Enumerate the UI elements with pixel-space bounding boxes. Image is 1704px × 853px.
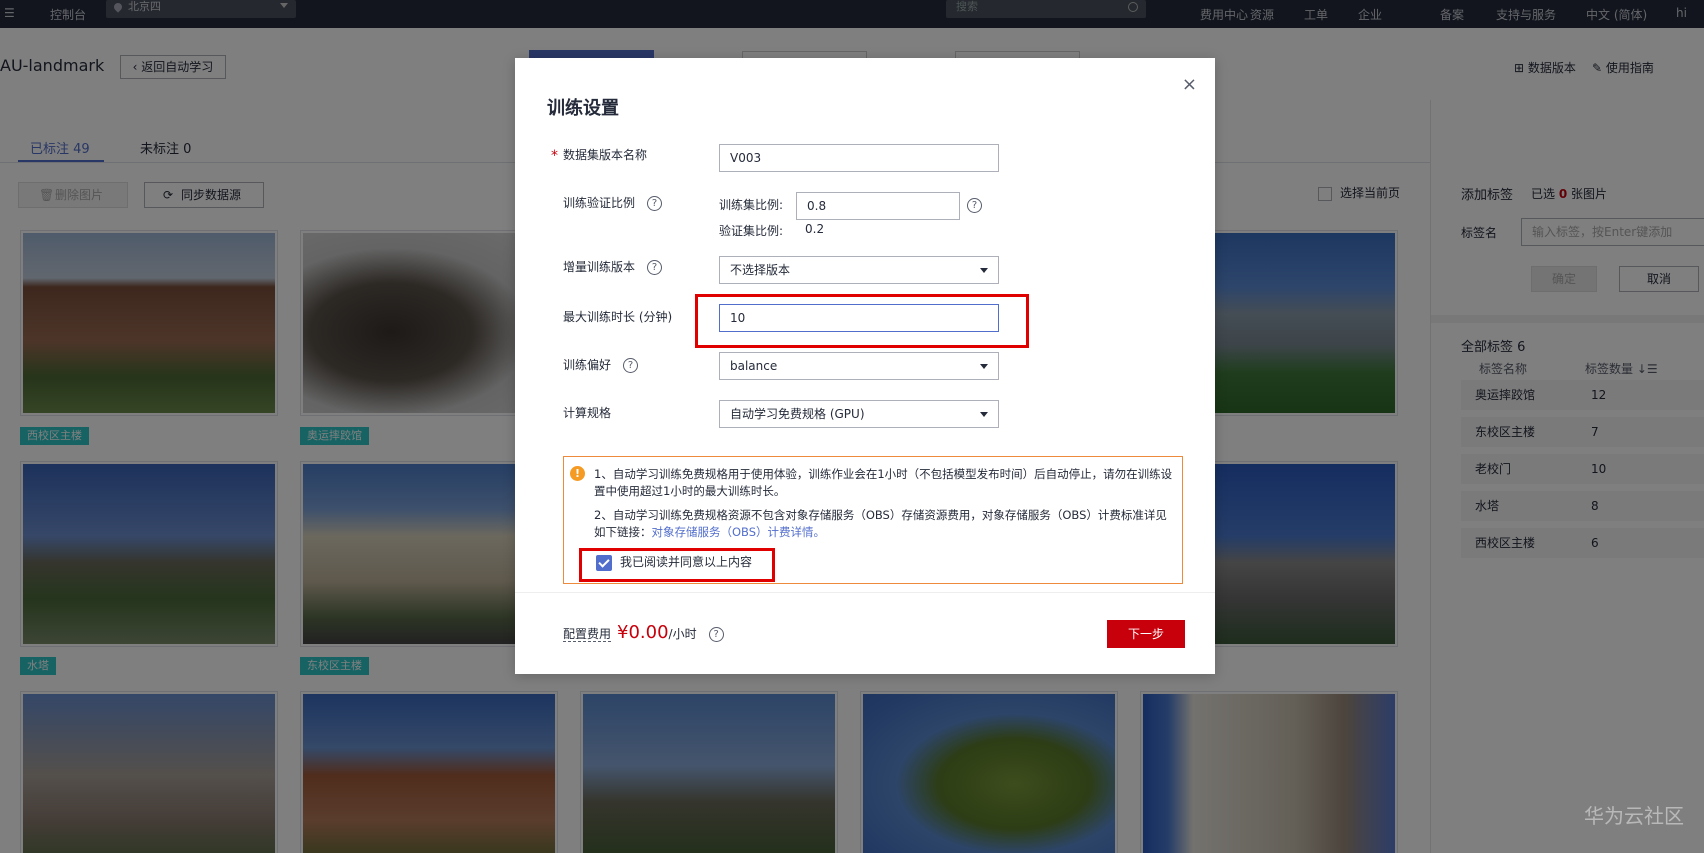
spec-value: 自动学习免费规格 (GPU)	[730, 407, 865, 421]
train-ratio-label: 训练集比例:	[719, 198, 784, 212]
incremental-version-label: 增量训练版本?	[563, 258, 663, 275]
train-val-ratio-label: 训练验证比例?	[563, 194, 663, 211]
ratio-label-text: 训练验证比例	[563, 196, 636, 210]
dialog-title: 训练设置	[547, 98, 619, 119]
incremental-version-select[interactable]: 不选择版本	[719, 256, 999, 284]
highlight-box	[695, 294, 1029, 348]
fee-price: ¥0.00	[617, 622, 669, 643]
preference-value: balance	[730, 359, 778, 373]
chevron-down-icon	[980, 412, 988, 417]
notice-paragraph-1: 1、自动学习训练免费规格用于使用体验，训练作业会在1小时（不包括模型发布时间）后…	[594, 467, 1173, 498]
dataset-version-name-label: 数据集版本名称	[563, 148, 648, 162]
training-settings-dialog: × 训练设置 * 数据集版本名称 V003 训练验证比例? 训练集比例: 0.8…	[515, 58, 1215, 674]
incremental-value: 不选择版本	[730, 263, 791, 277]
preference-label-text: 训练偏好	[563, 358, 612, 372]
training-preference-select[interactable]: balance	[719, 352, 999, 380]
fee-label: 配置费用	[563, 627, 612, 642]
dialog-footer-divider	[515, 592, 1215, 593]
next-step-button[interactable]: 下一步	[1107, 620, 1185, 648]
chevron-down-icon	[980, 268, 988, 273]
compute-spec-label: 计算规格	[563, 406, 612, 420]
fee-unit: /小时	[668, 627, 697, 641]
compute-spec-select[interactable]: 自动学习免费规格 (GPU)	[719, 400, 999, 428]
help-icon[interactable]: ?	[708, 627, 724, 642]
config-fee: 配置费用 ¥0.00/小时?	[563, 622, 724, 643]
close-icon[interactable]: ×	[1182, 74, 1197, 95]
help-icon[interactable]: ?	[623, 358, 639, 373]
max-training-time-label: 最大训练时长 (分钟)	[563, 310, 673, 324]
train-ratio-input[interactable]: 0.8	[796, 192, 960, 220]
chevron-down-icon	[980, 364, 988, 369]
incremental-label-text: 增量训练版本	[563, 260, 636, 274]
obs-pricing-link[interactable]: 对象存储服务（OBS）计费详情。	[652, 525, 826, 539]
training-preference-label: 训练偏好?	[563, 356, 639, 373]
val-ratio-value: 0.2	[805, 222, 825, 236]
help-icon[interactable]: ?	[647, 196, 663, 211]
val-ratio-label: 验证集比例:	[719, 224, 784, 238]
warning-icon: !	[570, 466, 585, 481]
help-icon[interactable]: ?	[967, 198, 982, 213]
watermark: 华为云社区	[1584, 804, 1684, 828]
required-marker: *	[551, 148, 558, 164]
notice-paragraph-2: 2、自动学习训练免费规格资源不包含对象存储服务（OBS）存储资源费用，对象存储服…	[594, 507, 1174, 541]
highlight-box	[579, 548, 775, 582]
dataset-version-name-input[interactable]: V003	[719, 144, 999, 172]
help-icon[interactable]: ?	[647, 260, 663, 275]
